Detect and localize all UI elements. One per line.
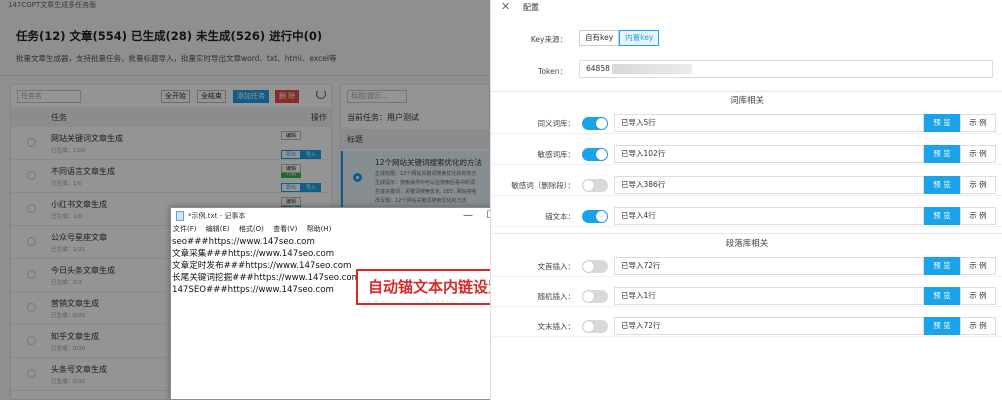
key-source-group: 自有key 内置key xyxy=(579,30,660,46)
import-status-field[interactable]: 已导入1行 xyxy=(614,287,924,305)
config-row-label: 文首插入： xyxy=(537,262,576,271)
import-status-field[interactable]: 已导入102行 xyxy=(614,145,924,163)
token-label: Token： xyxy=(538,67,567,76)
config-row: 文末插入： 已导入72行预 览示 例 xyxy=(491,315,1002,337)
example-button[interactable]: 示 例 xyxy=(960,145,996,163)
preview-button[interactable]: 预 览 xyxy=(924,257,960,275)
example-button[interactable]: 示 例 xyxy=(960,207,996,225)
notepad-title: *示例.txt - 记事本 xyxy=(188,212,246,220)
config-row: 敏感词库： 已导入102行预 览示 例 xyxy=(491,143,1002,165)
preview-button[interactable]: 预 览 xyxy=(924,287,960,305)
menu-file[interactable]: 文件(F) xyxy=(173,225,197,233)
token-redaction xyxy=(611,64,692,74)
example-button[interactable]: 示 例 xyxy=(960,176,996,194)
config-drawer: ✕ 配置 Key来源： 自有key 内置key Token： 64858 词库相… xyxy=(490,0,1002,400)
config-row: 文首插入： 已导入72行预 览示 例 xyxy=(491,255,1002,277)
toggle-switch[interactable] xyxy=(582,290,608,303)
config-row-label: 敏感词（删除段）： xyxy=(511,181,575,190)
config-row-label: 同义词库： xyxy=(537,119,576,128)
example-button[interactable]: 示 例 xyxy=(960,114,996,132)
drawer-title: 配置 xyxy=(523,3,539,12)
config-row-label: 锚文本： xyxy=(545,212,575,221)
import-status-field[interactable]: 已导入5行 xyxy=(614,114,924,132)
menu-format[interactable]: 格式(O) xyxy=(239,225,264,233)
builtin-key-option[interactable]: 内置key xyxy=(619,30,660,46)
toggle-switch[interactable] xyxy=(582,260,608,273)
config-row: 同义词库： 已导入5行预 览示 例 xyxy=(491,112,1002,134)
toggle-knob xyxy=(583,291,594,302)
config-row: 锚文本： 已导入4行预 览示 例 xyxy=(491,205,1002,227)
toggle-knob xyxy=(583,261,594,272)
import-status-field[interactable]: 已导入72行 xyxy=(614,257,924,275)
preview-button[interactable]: 预 览 xyxy=(924,207,960,225)
menu-edit[interactable]: 编辑(E) xyxy=(206,225,230,233)
notepad-icon xyxy=(176,211,184,221)
section-title-paragraph: 段落库相关 xyxy=(725,239,769,249)
close-icon[interactable]: ✕ xyxy=(501,0,510,13)
preview-button[interactable]: 预 览 xyxy=(924,145,960,163)
toggle-knob xyxy=(583,321,594,332)
preview-button[interactable]: 预 览 xyxy=(924,176,960,194)
toggle-switch[interactable] xyxy=(582,117,608,130)
config-row: 敏感词（删除段）： 已导入386行预 览示 例 xyxy=(491,174,1002,196)
notepad-menubar: 文件(F) 编辑(E) 格式(O) 查看(V) 帮助(H) xyxy=(171,224,527,235)
example-button[interactable]: 示 例 xyxy=(960,287,996,305)
notepad-titlebar[interactable]: *示例.txt - 记事本 — ☐ ✕ xyxy=(171,208,527,224)
import-status-field[interactable]: 已导入72行 xyxy=(614,317,924,335)
token-input[interactable]: 64858 xyxy=(579,60,993,78)
notepad-text-area[interactable]: seo###https://www.147seo.com 文章采集###http… xyxy=(172,236,360,296)
toggle-switch[interactable] xyxy=(582,210,608,223)
minimize-icon[interactable]: — xyxy=(457,209,479,222)
toggle-switch[interactable] xyxy=(582,148,608,161)
preview-button[interactable]: 预 览 xyxy=(924,114,960,132)
toggle-switch[interactable] xyxy=(582,179,608,192)
example-button[interactable]: 示 例 xyxy=(960,257,996,275)
key-source-label: Key来源： xyxy=(530,35,567,44)
menu-view[interactable]: 查看(V) xyxy=(273,225,297,233)
menu-help[interactable]: 帮助(H) xyxy=(307,225,332,233)
section-title-lexicon: 词库相关 xyxy=(729,96,764,106)
config-row-label: 随机插入： xyxy=(537,292,576,301)
token-value: 64858 xyxy=(586,64,610,73)
toggle-knob xyxy=(596,149,607,160)
section-divider xyxy=(491,91,1002,92)
toggle-switch[interactable] xyxy=(582,320,608,333)
toggle-knob xyxy=(596,118,607,129)
section-divider xyxy=(491,233,1002,234)
config-row-label: 文末插入： xyxy=(537,322,576,331)
example-button[interactable]: 示 例 xyxy=(960,317,996,335)
toggle-knob xyxy=(583,180,594,191)
config-row-label: 敏感词库： xyxy=(537,150,576,159)
own-key-option[interactable]: 自有key xyxy=(579,30,620,46)
import-status-field[interactable]: 已导入4行 xyxy=(614,207,924,225)
config-row: 随机插入： 已导入1行预 览示 例 xyxy=(491,285,1002,307)
import-status-field[interactable]: 已导入386行 xyxy=(614,176,924,194)
toggle-knob xyxy=(596,211,607,222)
preview-button[interactable]: 预 览 xyxy=(924,317,960,335)
